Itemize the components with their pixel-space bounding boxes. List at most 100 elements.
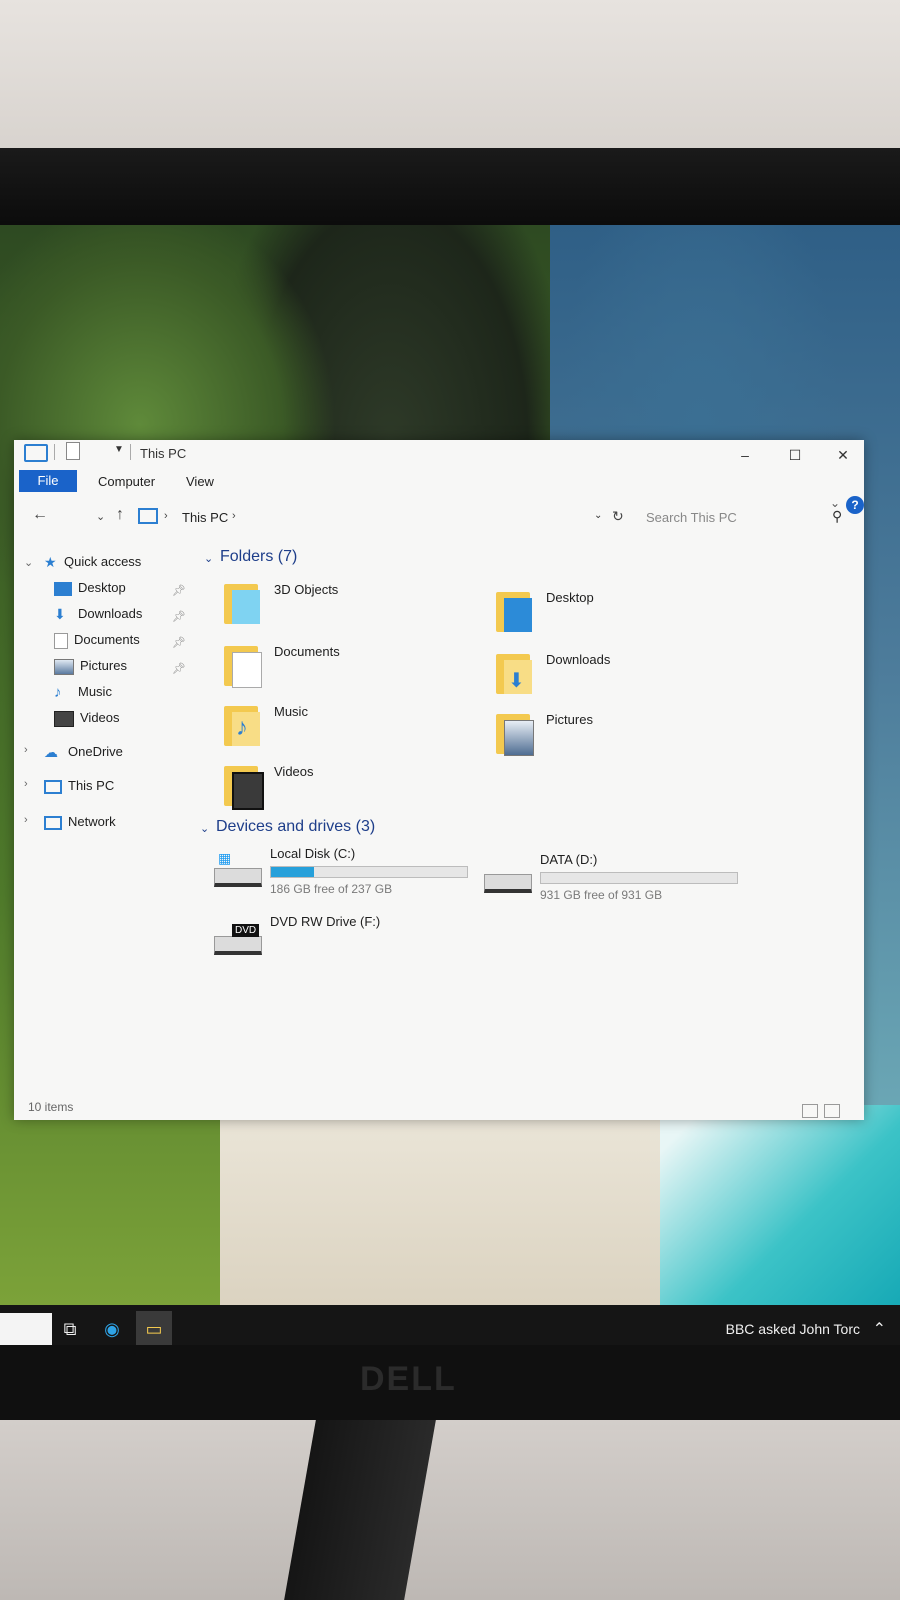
toolbar-separator xyxy=(130,444,131,460)
folder-tile-pictures[interactable]: Pictures xyxy=(496,708,756,764)
search-icon[interactable]: ⚲ xyxy=(832,508,842,525)
pin-icon: 📌︎ xyxy=(172,585,186,597)
this-pc-icon[interactable] xyxy=(24,444,48,462)
sidebar-item-quick-access[interactable]: ★ Quick access xyxy=(44,554,141,574)
sidebar-item-music[interactable]: ♪ Music xyxy=(54,684,112,704)
sidebar-item-label: Quick access xyxy=(64,554,142,569)
folder-tile-3d-objects[interactable]: 3D Objects xyxy=(224,578,484,634)
taskbar-search-box[interactable] xyxy=(0,1313,52,1347)
monitor-top-bezel xyxy=(0,148,900,230)
drive-label: DATA (D:) xyxy=(540,852,598,867)
folder-label: Desktop xyxy=(546,590,594,605)
computer-icon xyxy=(44,779,62,794)
large-icons-view-icon[interactable] xyxy=(824,1104,840,1118)
sidebar-item-documents[interactable]: Documents xyxy=(54,632,140,652)
wallpaper-wave xyxy=(660,1105,900,1335)
show-hidden-icons-chevron[interactable]: ⌃ xyxy=(873,1319,886,1339)
folders-group-title[interactable]: Folders (7) xyxy=(220,548,297,566)
search-input[interactable]: Search This PC xyxy=(646,510,737,525)
details-view-icon[interactable] xyxy=(802,1104,818,1118)
expand-chevron-icon[interactable]: › xyxy=(24,814,28,826)
dvd-drive-icon xyxy=(214,936,262,955)
download-arrow-icon: ⬇ xyxy=(54,606,66,623)
folder-tile-documents[interactable]: Documents xyxy=(224,640,484,696)
back-arrow-icon[interactable]: ← xyxy=(32,506,48,524)
sidebar-item-downloads[interactable]: ⬇ Downloads xyxy=(54,606,142,626)
drive-free-space: 931 GB free of 931 GB xyxy=(540,888,663,902)
this-pc-icon xyxy=(138,508,158,524)
folder-label: Pictures xyxy=(546,712,593,727)
sidebar-item-onedrive[interactable]: ☁ OneDrive xyxy=(44,744,123,764)
folder-desktop-icon xyxy=(496,586,536,634)
folder-tile-downloads[interactable]: ⬇ Downloads xyxy=(496,648,756,704)
sidebar-item-this-pc[interactable]: This PC xyxy=(44,778,114,798)
up-arrow-icon[interactable]: ↑ xyxy=(116,506,124,524)
sidebar-item-label: OneDrive xyxy=(68,744,123,759)
address-dropdown-icon[interactable]: ⌄ xyxy=(594,510,602,521)
collapse-chevron-icon[interactable]: ⌄ xyxy=(200,822,209,835)
film-icon xyxy=(54,710,74,727)
maximize-button[interactable]: ☐ xyxy=(772,442,818,468)
folder-label: Downloads xyxy=(546,652,611,667)
drive-free-space: 186 GB free of 237 GB xyxy=(270,882,393,896)
edge-browser-icon[interactable]: ◉ xyxy=(100,1319,124,1341)
folder-tile-videos[interactable]: Videos xyxy=(224,760,484,816)
refresh-icon[interactable]: ↻ xyxy=(612,508,624,525)
sidebar-item-network[interactable]: Network xyxy=(44,814,116,834)
folder-tile-music[interactable]: ♪ Music xyxy=(224,700,484,756)
drive-label: DVD RW Drive (F:) xyxy=(270,914,381,929)
tab-file[interactable]: File xyxy=(19,470,77,492)
drive-usage-bar xyxy=(540,872,738,884)
pin-icon: 📌︎ xyxy=(172,611,186,623)
folder-videos-icon xyxy=(224,760,264,810)
properties-icon[interactable] xyxy=(66,442,80,460)
recent-locations-icon[interactable]: ⌄ xyxy=(96,510,105,523)
title-bar: ▼ This PC – ☐ ✕ xyxy=(14,440,864,468)
sidebar-item-label: Network xyxy=(68,814,116,829)
customize-toolbar-dropdown-icon[interactable]: ▼ xyxy=(114,444,124,455)
folder-tile-desktop[interactable]: Desktop xyxy=(496,586,756,642)
content-pane: ⌄ Folders (7) 3D Objects Desktop Documen… xyxy=(194,548,854,1108)
expand-chevron-icon[interactable]: › xyxy=(24,778,28,790)
hard-drive-icon xyxy=(484,874,532,893)
tab-computer[interactable]: Computer xyxy=(98,474,155,489)
sidebar-item-videos[interactable]: Videos xyxy=(54,710,120,730)
hard-drive-icon xyxy=(214,868,262,887)
toolbar-separator xyxy=(54,444,55,460)
folder-music-icon: ♪ xyxy=(224,700,264,748)
close-button[interactable]: ✕ xyxy=(820,442,866,468)
folder-label: Documents xyxy=(274,644,340,659)
sidebar-item-label: Documents xyxy=(74,632,140,647)
task-view-icon[interactable]: ⧉ xyxy=(58,1319,82,1341)
expand-chevron-icon[interactable]: › xyxy=(24,744,28,756)
folder-documents-icon xyxy=(224,640,264,688)
desktop-icon xyxy=(54,581,72,596)
sidebar-item-label: This PC xyxy=(68,778,115,793)
status-bar-item-count: 10 items xyxy=(28,1100,74,1114)
collapse-chevron-icon[interactable]: ⌄ xyxy=(204,552,213,565)
drive-tile-c[interactable]: ▦ Local Disk (C:) 186 GB free of 237 GB xyxy=(214,846,494,906)
sidebar-item-label: Music xyxy=(78,684,112,699)
devices-group-title[interactable]: Devices and drives (3) xyxy=(216,818,375,836)
drive-tile-d[interactable]: DATA (D:) 931 GB free of 931 GB xyxy=(484,852,764,912)
dell-logo: DELL xyxy=(360,1360,457,1398)
address-bar: ← ⌄ ↑ › This PC › ⌄ ↻ Search This PC ⚲ xyxy=(14,502,864,532)
tab-view[interactable]: View xyxy=(186,474,214,489)
sidebar-item-pictures[interactable]: Pictures xyxy=(54,658,127,678)
window-title: This PC xyxy=(140,446,187,461)
picture-icon xyxy=(54,658,74,675)
news-ticker[interactable]: BBC asked John Torc xyxy=(726,1321,860,1337)
chevron-right-icon[interactable]: › xyxy=(232,510,236,522)
folder-downloads-icon: ⬇ xyxy=(496,648,536,696)
star-icon: ★ xyxy=(44,554,57,571)
network-icon xyxy=(44,815,62,830)
sidebar-item-desktop[interactable]: Desktop xyxy=(54,580,126,600)
chevron-right-icon: › xyxy=(164,510,168,522)
collapse-chevron-icon[interactable]: ⌄ xyxy=(24,556,33,569)
sidebar-item-label: Downloads xyxy=(78,606,143,621)
drive-tile-f[interactable]: DVD DVD RW Drive (F:) xyxy=(214,914,494,974)
minimize-button[interactable]: – xyxy=(722,442,768,468)
folder-label: Videos xyxy=(274,764,314,779)
breadcrumb[interactable]: This PC xyxy=(182,510,228,525)
sidebar-item-label: Videos xyxy=(80,710,120,725)
